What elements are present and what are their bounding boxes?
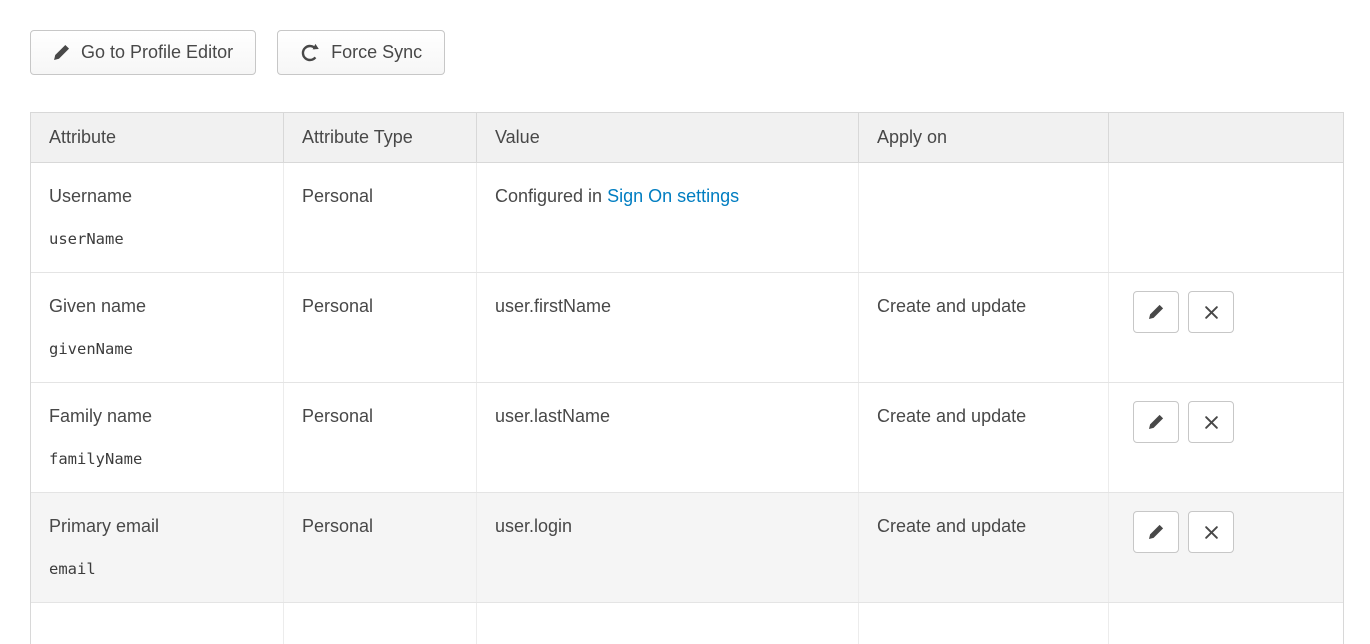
apply-on-cell <box>859 603 1109 644</box>
header-value: Value <box>477 113 859 162</box>
attribute-cell: Primary email email <box>31 493 284 602</box>
table-row-partial <box>31 603 1343 644</box>
pencil-icon <box>53 44 70 61</box>
value-cell: Configured in Sign On settings <box>477 163 859 272</box>
attribute-label: Given name <box>49 295 265 317</box>
x-icon <box>1204 415 1219 430</box>
attribute-type-cell: Personal <box>284 383 477 492</box>
attribute-cell <box>31 603 284 644</box>
apply-on-cell: Create and update <box>859 383 1109 492</box>
delete-mapping-button[interactable] <box>1188 291 1234 333</box>
x-icon <box>1204 525 1219 540</box>
table-row-family-name: Family name familyName Personal user.las… <box>31 383 1343 493</box>
attribute-type-cell: Personal <box>284 163 477 272</box>
edit-mapping-button[interactable] <box>1133 401 1179 443</box>
attribute-type-cell <box>284 603 477 644</box>
attribute-label: Family name <box>49 405 265 427</box>
actions-cell <box>1109 493 1343 602</box>
attribute-variable-name: familyName <box>49 448 265 470</box>
actions-cell <box>1109 273 1343 382</box>
pencil-icon <box>1148 304 1164 320</box>
header-attribute: Attribute <box>31 113 284 162</box>
apply-on-cell <box>859 163 1109 272</box>
value-cell: user.login <box>477 493 859 602</box>
toolbar: Go to Profile Editor Force Sync <box>30 30 1344 75</box>
attribute-mappings-page: Go to Profile Editor Force Sync Attribut… <box>0 0 1370 644</box>
attribute-label: Username <box>49 185 265 207</box>
value-cell <box>477 603 859 644</box>
sign-on-settings-link[interactable]: Sign On settings <box>607 186 739 206</box>
edit-mapping-button[interactable] <box>1133 291 1179 333</box>
actions-cell <box>1109 163 1343 272</box>
attribute-variable-name: givenName <box>49 338 265 360</box>
attribute-variable-name: email <box>49 558 265 580</box>
attribute-cell: Given name givenName <box>31 273 284 382</box>
table-row-given-name: Given name givenName Personal user.first… <box>31 273 1343 383</box>
actions-cell <box>1109 383 1343 492</box>
edit-mapping-button[interactable] <box>1133 511 1179 553</box>
attribute-cell: Username userName <box>31 163 284 272</box>
attribute-label: Primary email <box>49 515 265 537</box>
attribute-cell: Family name familyName <box>31 383 284 492</box>
force-sync-label: Force Sync <box>331 42 422 63</box>
go-to-profile-editor-button[interactable]: Go to Profile Editor <box>30 30 256 75</box>
attribute-type-cell: Personal <box>284 493 477 602</box>
pencil-icon <box>1148 524 1164 540</box>
apply-on-cell: Create and update <box>859 493 1109 602</box>
header-attribute-type: Attribute Type <box>284 113 477 162</box>
table-row-username: Username userName Personal Configured in… <box>31 163 1343 273</box>
header-apply-on: Apply on <box>859 113 1109 162</box>
pencil-icon <box>1148 414 1164 430</box>
force-sync-button[interactable]: Force Sync <box>277 30 445 75</box>
value-cell: user.firstName <box>477 273 859 382</box>
table-header-row: Attribute Attribute Type Value Apply on <box>31 113 1343 163</box>
actions-cell <box>1109 603 1343 644</box>
attribute-mappings-table: Attribute Attribute Type Value Apply on … <box>30 112 1344 644</box>
delete-mapping-button[interactable] <box>1188 511 1234 553</box>
sync-refresh-icon <box>300 43 320 63</box>
table-row-primary-email: Primary email email Personal user.login … <box>31 493 1343 603</box>
delete-mapping-button[interactable] <box>1188 401 1234 443</box>
value-cell: user.lastName <box>477 383 859 492</box>
attribute-variable-name: userName <box>49 228 265 250</box>
attribute-type-cell: Personal <box>284 273 477 382</box>
x-icon <box>1204 305 1219 320</box>
value-text: Configured in <box>495 186 607 206</box>
apply-on-cell: Create and update <box>859 273 1109 382</box>
header-actions <box>1109 113 1343 162</box>
go-to-profile-editor-label: Go to Profile Editor <box>81 42 233 63</box>
